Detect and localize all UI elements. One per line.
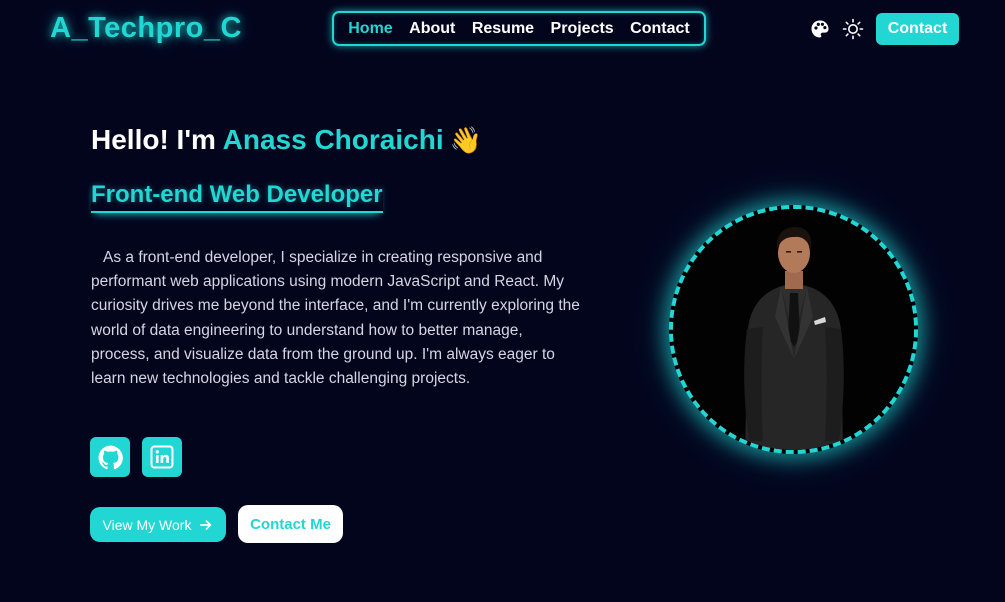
hero-greeting: Hello! I'm Anass Choraichi 👋: [91, 124, 482, 156]
hero-name: Anass Choraichi: [222, 124, 444, 155]
github-icon: [98, 445, 123, 469]
nav-contact[interactable]: Contact: [630, 20, 690, 38]
linkedin-link[interactable]: [142, 437, 182, 477]
header-contact-button[interactable]: Contact: [876, 13, 959, 45]
nav-about[interactable]: About: [409, 20, 455, 38]
nav-resume[interactable]: Resume: [472, 20, 534, 38]
nav-home[interactable]: Home: [348, 20, 392, 38]
contact-me-button[interactable]: Contact Me: [238, 505, 343, 543]
brand-logo[interactable]: A_Techpro_C: [50, 12, 242, 45]
github-link[interactable]: [90, 437, 130, 477]
sun-icon[interactable]: [842, 18, 864, 40]
hero-role: Front-end Web Developer: [91, 181, 383, 213]
nav-projects[interactable]: Projects: [551, 20, 614, 38]
greeting-prefix: Hello! I'm: [91, 124, 223, 155]
linkedin-icon: [150, 445, 174, 469]
arrow-right-icon: [200, 519, 212, 530]
portfolio-page: A_Techpro_C Home About Resume Projects C…: [0, 0, 1005, 602]
main-nav: Home About Resume Projects Contact: [332, 11, 706, 46]
hero-bio: As a front-end developer, I specialize i…: [91, 249, 580, 388]
waving-hand-icon: 👋: [449, 125, 482, 155]
view-my-work-label: View My Work: [102, 516, 192, 533]
profile-photo: [669, 205, 918, 454]
palette-icon[interactable]: [810, 19, 830, 39]
view-my-work-button[interactable]: View My Work: [90, 507, 226, 542]
person-in-suit-illustration: [673, 209, 914, 450]
